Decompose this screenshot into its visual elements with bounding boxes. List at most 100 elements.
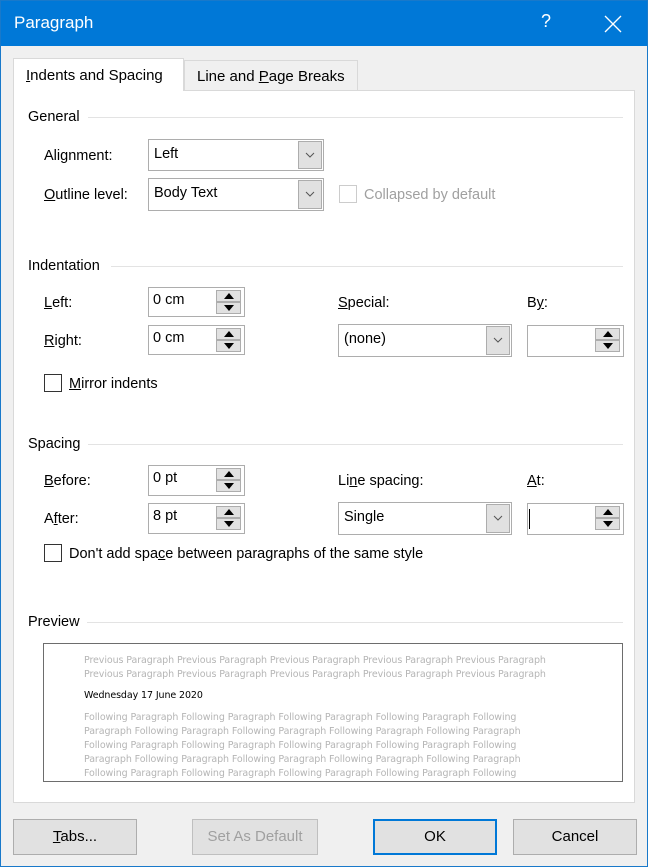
- spin-up-button[interactable]: [216, 468, 241, 480]
- section-divider: [111, 266, 623, 267]
- title-bar: Paragraph ?: [1, 1, 647, 46]
- at-label: At:: [527, 473, 545, 489]
- arrow-down-icon: [224, 343, 234, 349]
- spin-down-button[interactable]: [595, 518, 620, 530]
- paragraph-dialog: Paragraph ? Indents and Spacing Line and…: [0, 0, 648, 867]
- section-divider: [88, 117, 623, 118]
- dont-add-space-label[interactable]: Don't add space between paragraphs of th…: [69, 546, 423, 562]
- tabs-button[interactable]: Tabs...: [13, 819, 137, 855]
- text-caret: [529, 509, 530, 529]
- spin-down-button[interactable]: [216, 518, 241, 530]
- spacing-after-spinner[interactable]: 8 pt: [148, 503, 245, 534]
- preview-following-line: Paragraph Following Paragraph Following …: [84, 726, 521, 737]
- arrow-down-icon: [224, 483, 234, 489]
- collapsed-by-default-label: Collapsed by default: [364, 187, 496, 203]
- mirror-indents-checkbox[interactable]: [44, 374, 62, 392]
- spacing-before-spinner[interactable]: 0 pt: [148, 465, 245, 496]
- chevron-down-icon: [305, 191, 315, 197]
- spin-up-button[interactable]: [216, 506, 241, 518]
- before-label: Before:: [44, 473, 91, 489]
- by-spinner[interactable]: [527, 325, 624, 357]
- section-preview-title: Preview: [28, 614, 80, 630]
- chevron-down-icon: [493, 515, 503, 521]
- section-spacing-title: Spacing: [28, 436, 81, 452]
- dialog-title: Paragraph: [14, 13, 94, 32]
- preview-current-paragraph: Wednesday 17 June 2020: [84, 690, 203, 701]
- after-label: After:: [44, 511, 79, 527]
- mirror-indents-label[interactable]: Mirror indents: [69, 376, 158, 392]
- outline-level-value: Body Text: [154, 185, 218, 201]
- outline-level-label: Outline level:: [44, 187, 128, 203]
- tab-label: age Breaks: [268, 68, 345, 85]
- tab-label-mnemonic: P: [258, 68, 269, 85]
- indent-left-label: Left:: [44, 295, 73, 311]
- preview-previous-line: Previous Paragraph Previous Paragraph Pr…: [84, 655, 546, 666]
- line-spacing-value: Single: [344, 509, 385, 525]
- preview-following-line: Following Paragraph Following Paragraph …: [84, 768, 517, 779]
- tab-label: Line and: [197, 68, 259, 85]
- arrow-down-icon: [603, 343, 613, 349]
- cancel-button[interactable]: Cancel: [513, 819, 637, 855]
- by-label: By:: [527, 295, 548, 311]
- tab-line-and-page-breaks[interactable]: Line and Page Breaks: [184, 60, 358, 90]
- arrow-down-icon: [224, 521, 234, 527]
- preview-following-line: Paragraph Following Paragraph Following …: [84, 754, 521, 765]
- chevron-down-icon: [493, 337, 503, 343]
- arrow-up-icon: [603, 331, 613, 337]
- section-indentation-title: Indentation: [28, 258, 100, 274]
- indent-left-spinner[interactable]: 0 cm: [148, 287, 245, 317]
- section-divider: [87, 622, 623, 623]
- indent-left-value[interactable]: 0 cm: [153, 292, 184, 308]
- indent-right-value[interactable]: 0 cm: [153, 330, 184, 346]
- spin-down-button[interactable]: [216, 340, 241, 352]
- chevron-down-icon: [305, 152, 315, 158]
- spin-up-button[interactable]: [595, 506, 620, 518]
- alignment-label: Alignment:: [44, 148, 113, 164]
- dropdown-button[interactable]: [486, 326, 510, 355]
- alignment-value: Left: [154, 146, 179, 162]
- dropdown-button[interactable]: [298, 141, 322, 169]
- section-general-title: General: [28, 109, 80, 125]
- collapsed-by-default-checkbox: [339, 185, 357, 203]
- arrow-down-icon: [603, 521, 613, 527]
- special-value: (none): [344, 331, 386, 347]
- outline-level-dropdown[interactable]: Body Text: [148, 178, 324, 211]
- set-as-default-button: Set As Default: [192, 819, 318, 855]
- at-spinner[interactable]: [527, 503, 624, 535]
- preview-following-line: Following Paragraph Following Paragraph …: [84, 712, 517, 723]
- spin-up-button[interactable]: [216, 290, 241, 302]
- spin-down-button[interactable]: [216, 480, 241, 492]
- indent-right-spinner[interactable]: 0 cm: [148, 325, 245, 355]
- dropdown-button[interactable]: [298, 180, 322, 209]
- arrow-up-icon: [224, 471, 234, 477]
- close-button[interactable]: [599, 10, 627, 38]
- spin-down-button[interactable]: [216, 302, 241, 314]
- alignment-dropdown[interactable]: Left: [148, 139, 324, 171]
- arrow-up-icon: [224, 331, 234, 337]
- help-button[interactable]: ?: [536, 11, 556, 32]
- preview-box: Previous Paragraph Previous Paragraph Pr…: [43, 643, 623, 782]
- preview-previous-line: Previous Paragraph Previous Paragraph Pr…: [84, 669, 546, 680]
- line-spacing-dropdown[interactable]: Single: [338, 502, 512, 535]
- spin-down-button[interactable]: [595, 340, 620, 352]
- line-spacing-label: Line spacing:: [338, 473, 424, 489]
- spacing-before-value[interactable]: 0 pt: [153, 470, 177, 486]
- dont-add-space-checkbox[interactable]: [44, 544, 62, 562]
- indent-right-label: Right:: [44, 333, 82, 349]
- ok-button[interactable]: OK: [373, 819, 497, 855]
- dropdown-button[interactable]: [486, 504, 510, 533]
- preview-following-line: Following Paragraph Following Paragraph …: [84, 740, 517, 751]
- close-icon: [604, 15, 622, 33]
- spin-up-button[interactable]: [595, 328, 620, 340]
- tab-indents-and-spacing[interactable]: Indents and Spacing: [13, 58, 184, 91]
- special-label: Special:: [338, 295, 390, 311]
- special-dropdown[interactable]: (none): [338, 324, 512, 357]
- section-divider: [88, 444, 623, 445]
- arrow-down-icon: [224, 305, 234, 311]
- arrow-up-icon: [224, 509, 234, 515]
- tab-label: ndents and Spacing: [30, 67, 163, 84]
- arrow-up-icon: [603, 509, 613, 515]
- arrow-up-icon: [224, 293, 234, 299]
- spacing-after-value[interactable]: 8 pt: [153, 508, 177, 524]
- spin-up-button[interactable]: [216, 328, 241, 340]
